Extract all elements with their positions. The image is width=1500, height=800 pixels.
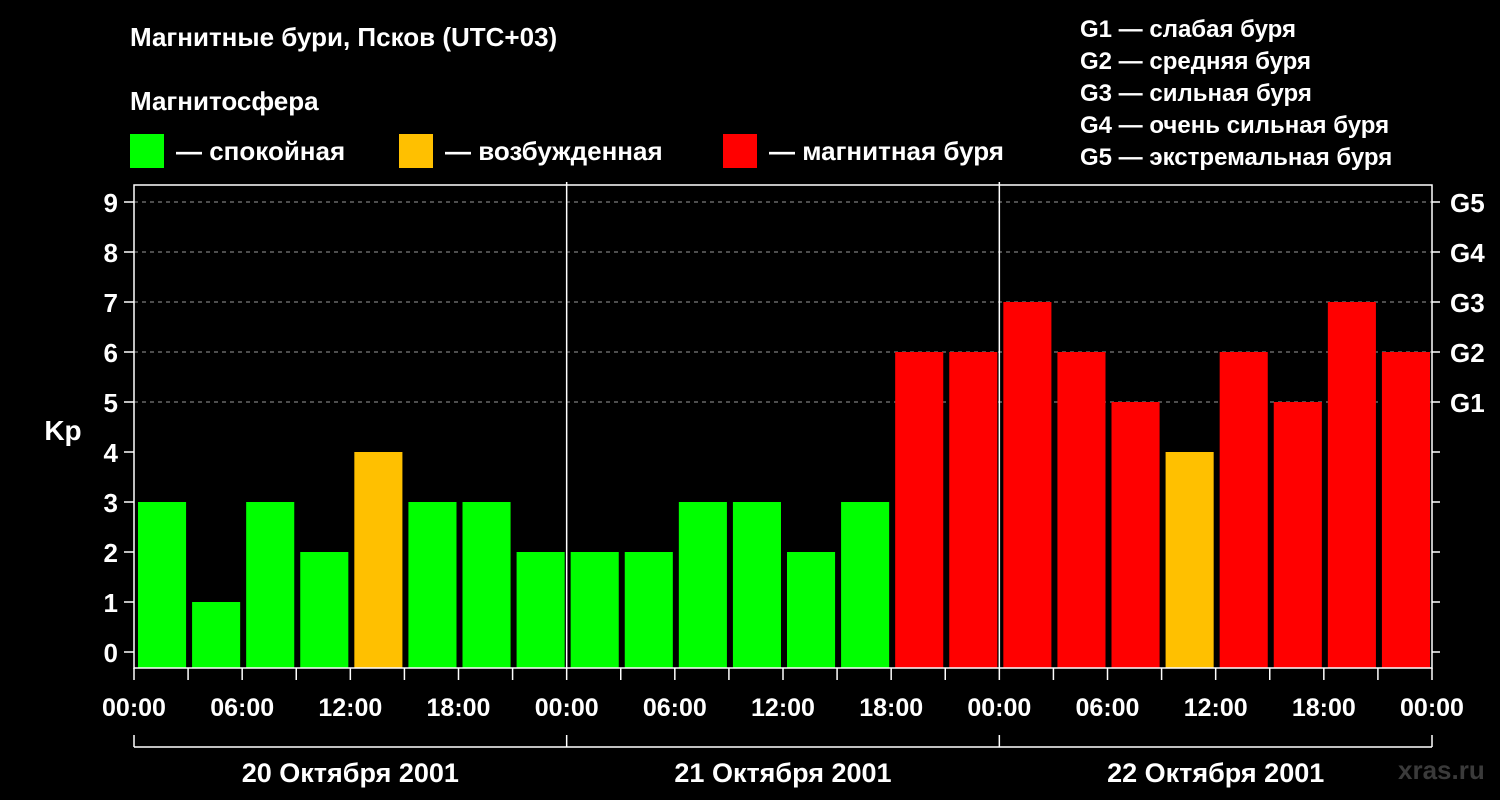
kp-bar [246, 502, 295, 668]
kp-bar [354, 452, 403, 668]
kp-bar [1111, 402, 1160, 668]
y-tick-label: 3 [104, 488, 118, 518]
y-tick-label: 2 [104, 538, 118, 568]
kp-bar [138, 502, 187, 668]
kp-bar [1165, 452, 1214, 668]
x-tick-label: 06:00 [643, 694, 707, 722]
x-tick-label: 18:00 [427, 694, 491, 722]
g-level-label: G2 [1450, 338, 1485, 368]
kp-bar [1327, 302, 1376, 668]
kp-bar [1057, 352, 1106, 668]
kp-bar [787, 552, 836, 668]
kp-bar [1381, 352, 1430, 668]
kp-bar [408, 502, 457, 668]
g-level-label: G3 [1450, 288, 1485, 318]
x-tick-label: 06:00 [210, 694, 274, 722]
y-tick-label: 6 [104, 338, 118, 368]
kp-bar [949, 352, 998, 668]
y-axis-label: Kp [44, 415, 81, 446]
g-level-label: G5 [1450, 188, 1485, 218]
x-tick-label: 18:00 [1292, 694, 1356, 722]
x-tick-label: 12:00 [1184, 694, 1248, 722]
x-tick-label: 12:00 [751, 694, 815, 722]
y-tick-label: 8 [104, 238, 118, 268]
y-tick-label: 0 [104, 638, 118, 668]
y-tick-label: 9 [104, 188, 118, 218]
x-tick-label: 18:00 [859, 694, 923, 722]
x-tick-label: 00:00 [967, 694, 1031, 722]
x-tick-label: 12:00 [318, 694, 382, 722]
day-label: 22 Октября 2001 [1107, 758, 1324, 788]
kp-bar [1273, 402, 1322, 668]
day-label: 20 Октября 2001 [242, 758, 459, 788]
kp-bar [1003, 302, 1052, 668]
x-tick-label: 06:00 [1076, 694, 1140, 722]
kp-bar [516, 552, 565, 668]
kp-bar [732, 502, 781, 668]
day-label: 21 Октября 2001 [674, 758, 891, 788]
y-tick-label: 4 [104, 438, 119, 468]
g-level-label: G4 [1450, 238, 1485, 268]
y-tick-label: 7 [104, 288, 118, 318]
g-level-label: G1 [1450, 388, 1485, 418]
kp-bar [1219, 352, 1268, 668]
kp-bar-chart: Kp 0 1 2 3 4 5 6 7 8 9 G1 G2 G3 G4 G5 00:00 06:00 12:00 18… [44, 182, 1485, 788]
kp-bar [300, 552, 349, 668]
x-tick-label: 00:00 [102, 694, 166, 722]
y-tick-label: 5 [104, 388, 118, 418]
x-tick-label: 00:00 [535, 694, 599, 722]
kp-bar [895, 352, 944, 668]
x-tick-label: 00:00 [1400, 694, 1464, 722]
kp-bar [624, 552, 673, 668]
kp-bar [570, 552, 619, 668]
y-tick-label: 1 [104, 588, 118, 618]
kp-bar [678, 502, 727, 668]
kp-bar [192, 602, 241, 668]
kp-bar [462, 502, 511, 668]
watermark: xras.ru [1398, 755, 1485, 785]
kp-bar [841, 502, 890, 668]
